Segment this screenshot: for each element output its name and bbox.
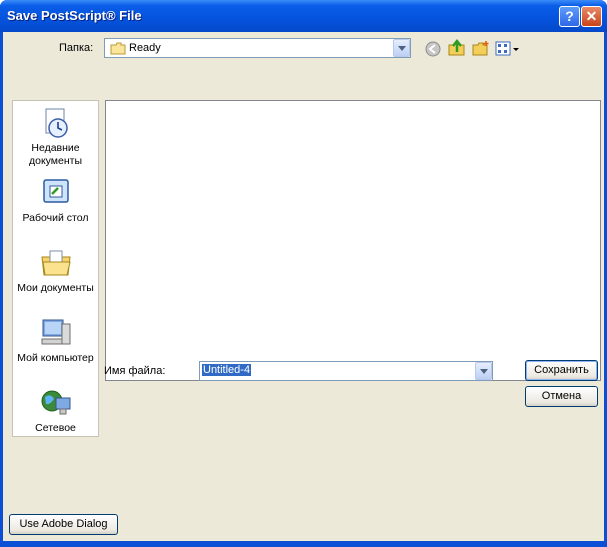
filename-input[interactable]: Untitled-4 [202, 364, 252, 376]
place-label: Рабочий стол [22, 212, 89, 224]
cancel-button[interactable]: Отмена [525, 386, 598, 407]
place-label: Мои документы [17, 282, 94, 294]
close-button[interactable]: ✕ [581, 6, 602, 27]
my-documents-icon [40, 250, 71, 276]
places-bar: Недавние документы Рабочий стол Мои доку… [12, 100, 99, 437]
place-label: Недавние документы [28, 142, 83, 167]
filename-label: Имя файла: [104, 365, 166, 377]
up-folder-icon[interactable] [448, 39, 466, 57]
place-recent-documents[interactable]: Недавние документы [13, 107, 98, 168]
dialog-client-area: Папка: Ready Недавние документы Рабочий … [3, 32, 604, 541]
filename-dropdown-button[interactable] [475, 362, 492, 380]
new-folder-icon[interactable] [472, 40, 490, 57]
my-computer-icon [41, 319, 70, 345]
save-button[interactable]: Сохранить [525, 360, 598, 381]
network-icon [41, 390, 70, 415]
place-my-documents[interactable]: Мои документы [13, 247, 98, 295]
lookin-dropdown-button[interactable] [393, 39, 410, 57]
lookin-combo[interactable]: Ready [104, 38, 411, 58]
place-label: Мой компьютер [17, 352, 94, 364]
recent-documents-icon [45, 108, 68, 138]
place-network[interactable]: Сетевое [13, 387, 98, 435]
help-icon: ? [565, 8, 574, 24]
view-menu-icon[interactable] [495, 41, 521, 57]
window-bottom-border [0, 541, 607, 547]
lookin-value: Ready [129, 42, 161, 54]
window-title: Save PostScript® File [7, 8, 142, 23]
place-label: Сетевое [35, 422, 76, 434]
back-icon[interactable] [425, 41, 441, 57]
file-list[interactable] [105, 100, 601, 381]
place-desktop[interactable]: Рабочий стол [13, 177, 98, 225]
folder-icon [110, 42, 126, 55]
help-button[interactable]: ? [559, 6, 580, 27]
use-adobe-dialog-button[interactable]: Use Adobe Dialog [9, 514, 118, 535]
title-bar[interactable]: Save PostScript® File ? ✕ [0, 0, 607, 32]
place-my-computer[interactable]: Мой компьютер [13, 317, 98, 365]
filename-combo[interactable]: Untitled-4 [199, 361, 493, 381]
save-dialog-window: Save PostScript® File ? ✕ Папка: Ready Н… [0, 0, 607, 547]
lookin-label: Папка: [59, 42, 94, 54]
desktop-icon [42, 179, 69, 203]
close-icon: ✕ [585, 8, 598, 24]
